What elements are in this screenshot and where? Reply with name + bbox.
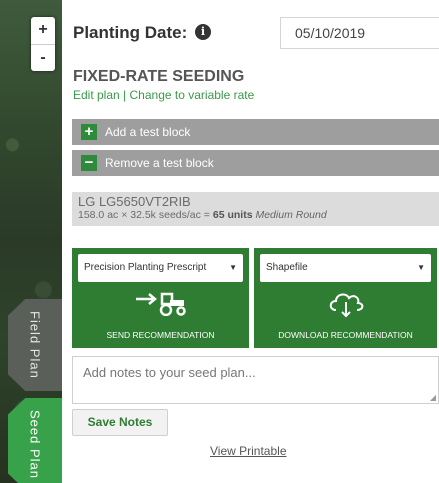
planting-date-input[interactable]: 05/10/2019: [280, 17, 439, 49]
plus-icon: +: [81, 124, 97, 140]
send-format-select[interactable]: Precision Planting Prescript ▼: [78, 254, 243, 282]
view-printable-link[interactable]: View Printable: [210, 444, 287, 458]
send-recommendation-button[interactable]: SEND RECOMMENDATION: [72, 330, 249, 340]
notes-textarea[interactable]: Add notes to your seed plan... ◢: [72, 356, 439, 404]
chevron-down-icon: ▼: [229, 263, 237, 272]
edit-plan-link[interactable]: Edit plan: [73, 88, 120, 102]
link-separator: |: [123, 88, 127, 102]
save-notes-button[interactable]: Save Notes: [72, 409, 168, 436]
download-recommendation-card: Shapefile ▼ DOWNLOAD RECOMMENDATION: [254, 248, 437, 348]
notes-placeholder: Add notes to your seed plan...: [83, 365, 256, 380]
remove-test-block-button[interactable]: − Remove a test block: [72, 150, 439, 176]
download-format-select[interactable]: Shapefile ▼: [260, 254, 431, 282]
remove-test-block-label: Remove a test block: [105, 156, 214, 170]
zoom-out-button[interactable]: -: [31, 44, 55, 71]
download-recommendation-button[interactable]: DOWNLOAD RECOMMENDATION: [254, 330, 437, 340]
tab-seed-plan[interactable]: Seed Plan: [8, 398, 62, 483]
product-name: LG LG5650VT2RIB: [78, 194, 191, 209]
seed-plan-panel: Planting Date: i 05/10/2019 FIXED-RATE S…: [62, 0, 439, 483]
info-icon[interactable]: i: [195, 24, 211, 40]
cloud-download-icon[interactable]: [326, 290, 366, 318]
add-test-block-label: Add a test block: [105, 125, 191, 139]
tab-seed-plan-label: Seed Plan: [27, 409, 43, 479]
plan-links: Edit plan | Change to variable rate: [73, 88, 254, 102]
variable-rate-link[interactable]: Change to variable rate: [130, 88, 255, 102]
send-format-value: Precision Planting Prescript: [84, 262, 207, 273]
planting-date-label: Planting Date:: [73, 23, 188, 42]
product-detail: 158.0 ac × 32.5k seeds/ac = 65 units Med…: [78, 209, 439, 222]
product-units: 65 units: [212, 209, 253, 221]
tab-field-plan[interactable]: Field Plan: [8, 299, 62, 391]
download-format-value: Shapefile: [266, 262, 308, 273]
send-recommendation-card: Precision Planting Prescript ▼ SEND RECO…: [72, 248, 249, 348]
product-summary: LG LG5650VT2RIB 158.0 ac × 32.5k seeds/a…: [72, 192, 439, 226]
product-rate: 158.0 ac × 32.5k seeds/ac =: [78, 209, 213, 221]
add-test-block-button[interactable]: + Add a test block: [72, 119, 439, 145]
zoom-control: + -: [31, 17, 55, 71]
planting-date-row: Planting Date: i 05/10/2019: [62, 13, 439, 53]
resize-handle-icon[interactable]: ◢: [430, 393, 436, 402]
tractor-arrow-icon[interactable]: [134, 290, 188, 316]
minus-icon: −: [81, 155, 97, 171]
zoom-in-button[interactable]: +: [31, 17, 55, 44]
chevron-down-icon: ▼: [417, 263, 425, 272]
tab-field-plan-label: Field Plan: [27, 311, 43, 379]
map-view[interactable]: + - Field Plan Seed Plan: [0, 0, 62, 483]
seeding-heading: FIXED-RATE SEEDING: [73, 68, 245, 85]
product-seed-size: Medium Round: [255, 209, 327, 221]
